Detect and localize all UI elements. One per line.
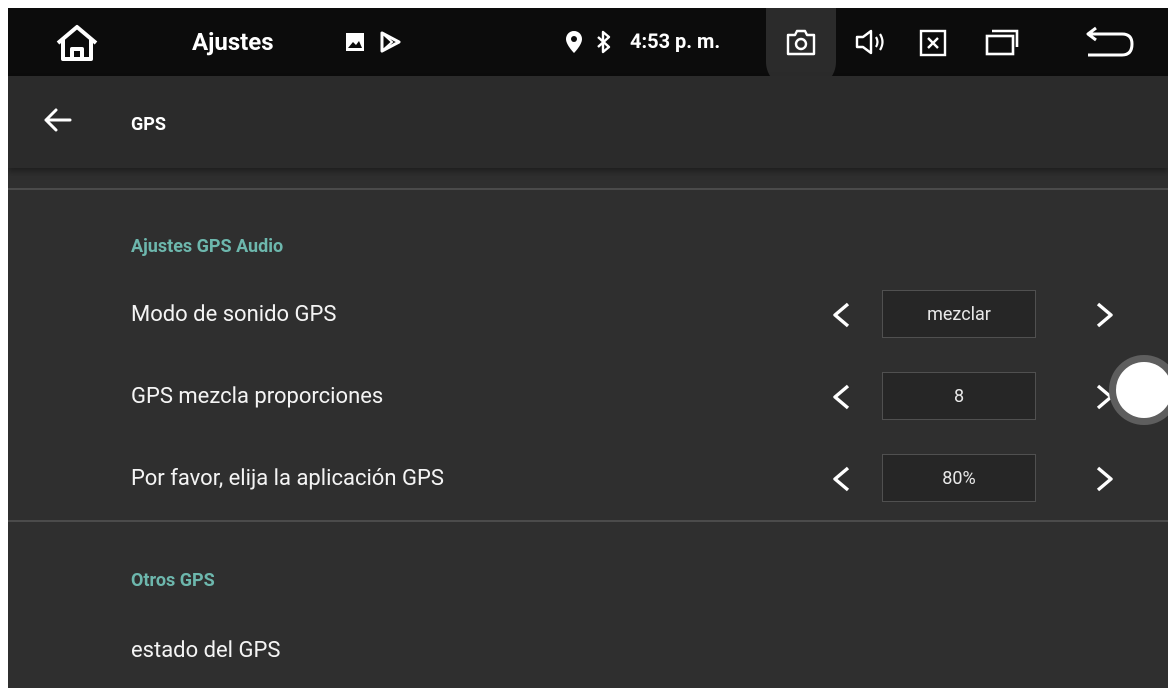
row-label-gps-app: Por favor, elija la aplicación GPS (131, 466, 444, 491)
row-label-sound-mode: Modo de sonido GPS (131, 302, 337, 327)
divider (8, 188, 1168, 190)
app-bar: GPS (8, 76, 1168, 168)
chevron-right-icon[interactable] (1090, 462, 1120, 496)
status-bar: Ajustes 4:53 p. m. (8, 8, 1168, 88)
status-time: 4:53 p. m. (630, 29, 721, 53)
value-sound-mode: mezclar (882, 290, 1036, 338)
android-screen: Ajustes 4:53 p. m. GPS Ajustes GPS Audio… (8, 8, 1168, 688)
location-icon (564, 30, 584, 54)
play-store-icon (378, 30, 402, 54)
home-icon[interactable] (52, 22, 102, 64)
row-label-mix-ratio: GPS mezcla proporciones (131, 384, 384, 409)
bluetooth-icon (594, 30, 614, 54)
recent-apps-icon[interactable] (984, 26, 1020, 58)
screenshot-icon[interactable] (784, 26, 818, 58)
divider (8, 520, 1168, 522)
value-gps-app: 80% (882, 454, 1036, 502)
page-title: GPS (131, 114, 166, 135)
image-icon (344, 31, 366, 53)
section-title-audio: Ajustes GPS Audio (131, 236, 284, 257)
floating-assistive-button[interactable] (1109, 355, 1168, 425)
chevron-left-icon[interactable] (826, 462, 856, 496)
chevron-left-icon[interactable] (826, 380, 856, 414)
close-box-icon[interactable] (918, 28, 948, 58)
chevron-left-icon[interactable] (826, 298, 856, 332)
back-arrow-icon[interactable] (40, 102, 76, 138)
volume-icon[interactable] (854, 26, 888, 58)
chevron-right-icon[interactable] (1090, 298, 1120, 332)
section-title-other: Otros GPS (131, 570, 215, 591)
value-mix-ratio: 8 (882, 372, 1036, 420)
row-label-gps-status[interactable]: estado del GPS (131, 638, 280, 663)
status-app-title: Ajustes (192, 28, 274, 56)
back-return-icon[interactable] (1084, 24, 1136, 60)
